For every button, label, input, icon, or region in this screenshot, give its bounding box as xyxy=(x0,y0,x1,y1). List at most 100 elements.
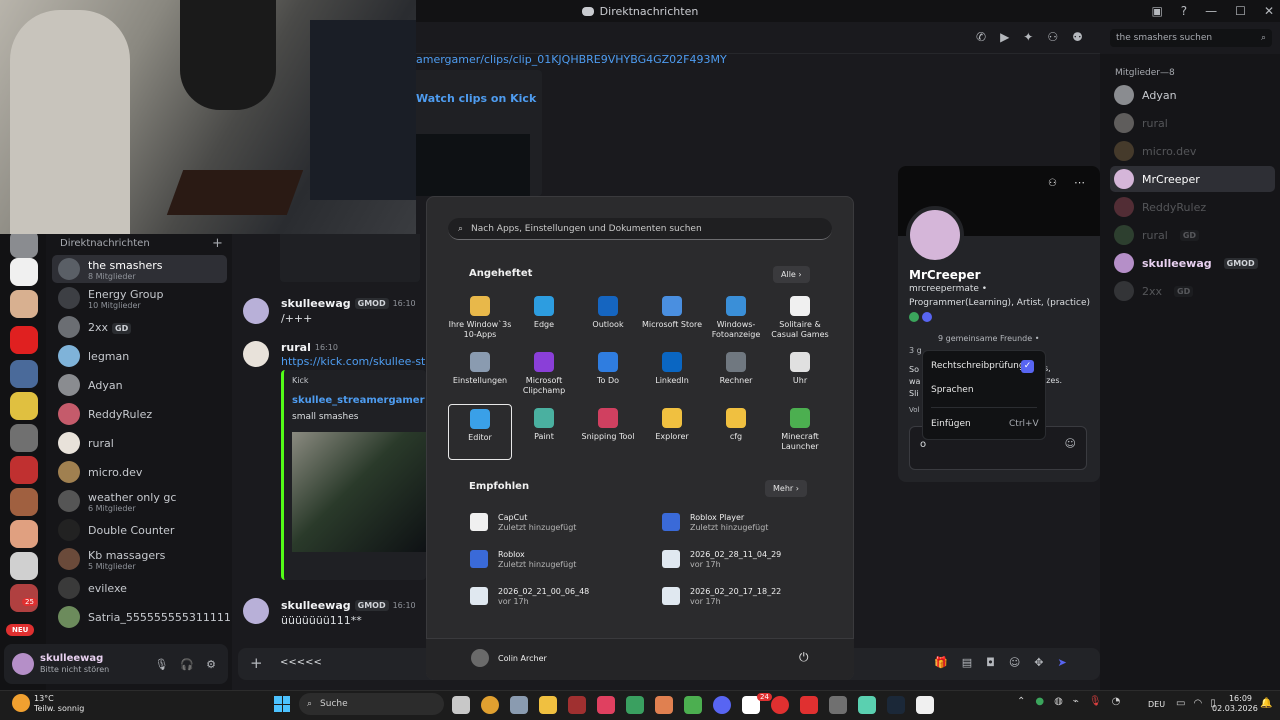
chevron-up-icon[interactable]: ⌃ xyxy=(1017,696,1025,707)
pinned-app[interactable]: Microsoft Store xyxy=(640,292,704,348)
paste-item[interactable]: Einfügen xyxy=(931,419,971,429)
more-icon[interactable]: ⋯ xyxy=(1074,176,1085,189)
checkbox-checked-icon[interactable]: ✓ xyxy=(1021,360,1034,373)
close-button[interactable]: ✕ xyxy=(1264,4,1274,18)
member-item[interactable]: rural GD xyxy=(1110,222,1275,248)
task-view-icon[interactable] xyxy=(452,696,470,714)
clip-link[interactable]: amergamer/clips/clip_01KJQHBRE9VHYBG4GZ0… xyxy=(416,53,727,66)
pinned-app[interactable]: Ihre Window`3s 10-Apps xyxy=(448,292,512,348)
microphone-icon[interactable]: 🎙 xyxy=(154,658,168,671)
server-icon[interactable] xyxy=(10,258,38,286)
badge-icon[interactable] xyxy=(922,312,932,322)
recommended-item[interactable]: Roblox Player Zuletzt hinzugefügt xyxy=(662,507,842,537)
spellcheck-item[interactable]: Rechtschreibprüfung xyxy=(931,361,1025,371)
dm-item[interactable]: evilexe xyxy=(52,574,227,602)
member-item[interactable]: ReddyRulez xyxy=(1110,194,1275,220)
recommended-item[interactable]: CapCut Zuletzt hinzugefügt xyxy=(470,507,650,537)
tray-steam-icon[interactable]: ◍ xyxy=(1054,696,1063,707)
pinned-app[interactable]: cfg xyxy=(704,404,768,460)
headset-icon[interactable]: 🎧 xyxy=(180,658,194,671)
notification-bell-icon[interactable]: 🔔 xyxy=(1260,698,1272,709)
message-link[interactable]: https://kick.com/skullee-stream xyxy=(281,355,427,368)
server-icon[interactable] xyxy=(10,456,38,484)
sticker-icon[interactable]: ◘ xyxy=(986,656,995,669)
mutual-servers[interactable]: 3 g xyxy=(909,346,922,355)
dm-item[interactable]: Energy Group 10 Mitglieder xyxy=(52,284,227,312)
windows-start-icon[interactable] xyxy=(274,696,290,712)
pinned-app[interactable]: Einstellungen xyxy=(448,348,512,404)
pinned-app[interactable]: Windows-Fotoanzeige xyxy=(704,292,768,348)
dm-item[interactable]: 2xx GD xyxy=(52,313,227,341)
user-avatar[interactable] xyxy=(471,649,489,667)
member-item[interactable]: MrCreeper xyxy=(1110,166,1275,192)
app-icon[interactable] xyxy=(858,696,876,714)
send-icon[interactable]: ➤ xyxy=(1058,656,1067,669)
pinned-app[interactable]: Rechner xyxy=(704,348,768,404)
app-icon[interactable] xyxy=(655,696,673,714)
tray-mic-icon[interactable]: 🎙 xyxy=(1089,696,1102,707)
recommended-item[interactable]: 2026_02_20_17_18_22 vor 17h xyxy=(662,581,842,611)
wifi-icon[interactable]: ◠ xyxy=(1193,698,1202,709)
server-icon[interactable] xyxy=(10,552,38,580)
language-indicator[interactable]: DEU xyxy=(1148,700,1165,709)
app-icon[interactable] xyxy=(568,696,586,714)
pin-icon[interactable]: ✦ xyxy=(1023,30,1033,44)
chrome-icon[interactable] xyxy=(481,696,499,714)
members-icon[interactable]: ⚉ xyxy=(1072,30,1083,44)
calculator-icon[interactable] xyxy=(510,696,528,714)
friend-action-icon[interactable]: ⚇ xyxy=(1048,178,1057,189)
member-item[interactable]: rural xyxy=(1110,110,1275,136)
recommended-item[interactable]: 2026_02_28_11_04_29 vor 17h xyxy=(662,544,842,574)
inbox-icon[interactable]: ▣ xyxy=(1151,4,1162,18)
pinned-app[interactable]: Uhr xyxy=(768,348,832,404)
embed-title[interactable]: skullee_streamergamer - Wa xyxy=(284,391,426,406)
search-input[interactable]: the smashers suchen ⌕ xyxy=(1110,29,1272,47)
clock[interactable]: 16:09 xyxy=(1226,694,1252,704)
pinned-app[interactable]: To Do xyxy=(576,348,640,404)
dm-item[interactable]: Kb massagers 5 Mitglieder xyxy=(52,545,227,573)
tray-network-icon[interactable]: ⌁ xyxy=(1073,696,1079,707)
member-item[interactable]: micro.dev xyxy=(1110,138,1275,164)
badge-icon[interactable] xyxy=(909,312,919,322)
mutual-friends[interactable]: 9 gemeinsame Freunde • xyxy=(938,334,1039,343)
gif-icon[interactable]: ▤ xyxy=(962,656,972,669)
gift-icon[interactable]: 🎁 xyxy=(934,656,948,669)
pinned-app[interactable]: Solitaire & Casual Games xyxy=(768,292,832,348)
server-icon[interactable] xyxy=(10,290,38,318)
help-icon[interactable]: ? xyxy=(1181,4,1187,18)
profile-avatar[interactable] xyxy=(906,206,964,264)
app-icon[interactable] xyxy=(829,696,847,714)
record-icon[interactable] xyxy=(771,696,789,714)
clock-date[interactable]: 02.03.2026 xyxy=(1212,704,1258,713)
message-author[interactable]: skulleewag xyxy=(281,599,351,612)
add-dm-button[interactable]: + xyxy=(212,236,223,251)
message-author[interactable]: rural xyxy=(281,341,311,354)
all-apps-button[interactable]: Alle › xyxy=(773,266,810,283)
video-icon[interactable]: ▶ xyxy=(1000,30,1009,44)
discord-icon[interactable] xyxy=(713,696,731,714)
dm-item[interactable]: micro.dev xyxy=(52,458,227,486)
minecraft-icon[interactable] xyxy=(684,696,702,714)
server-icon[interactable] xyxy=(10,230,38,258)
tray-volume-icon[interactable]: ◔ xyxy=(1112,696,1121,707)
recommended-item[interactable]: Roblox Zuletzt hinzugefügt xyxy=(470,544,650,574)
explorer-icon[interactable] xyxy=(539,696,557,714)
avatar[interactable] xyxy=(243,298,269,324)
maximize-button[interactable]: ☐ xyxy=(1235,4,1246,18)
emoji-icon[interactable]: ☺ xyxy=(1065,437,1076,450)
pinned-app[interactable]: Explorer xyxy=(640,404,704,460)
steam-icon[interactable] xyxy=(887,696,905,714)
tray-app-icon[interactable]: ● xyxy=(1035,696,1044,707)
avatar[interactable] xyxy=(12,653,34,675)
member-item[interactable]: 2xx GD xyxy=(1110,278,1275,304)
pinned-app[interactable]: LinkedIn xyxy=(640,348,704,404)
taskbar-search[interactable]: ⌕ Suche xyxy=(299,693,444,715)
pinned-app[interactable]: Microsoft Clipchamp xyxy=(512,348,576,404)
app-icon[interactable] xyxy=(626,696,644,714)
member-item[interactable]: Adyan xyxy=(1110,82,1275,108)
call-icon[interactable]: ✆ xyxy=(976,30,986,44)
weather-icon[interactable] xyxy=(12,694,30,712)
dm-item[interactable]: Satria_5555555553111111... xyxy=(52,603,248,631)
plus-icon[interactable]: + xyxy=(250,654,263,672)
pinned-app[interactable]: Edge xyxy=(512,292,576,348)
